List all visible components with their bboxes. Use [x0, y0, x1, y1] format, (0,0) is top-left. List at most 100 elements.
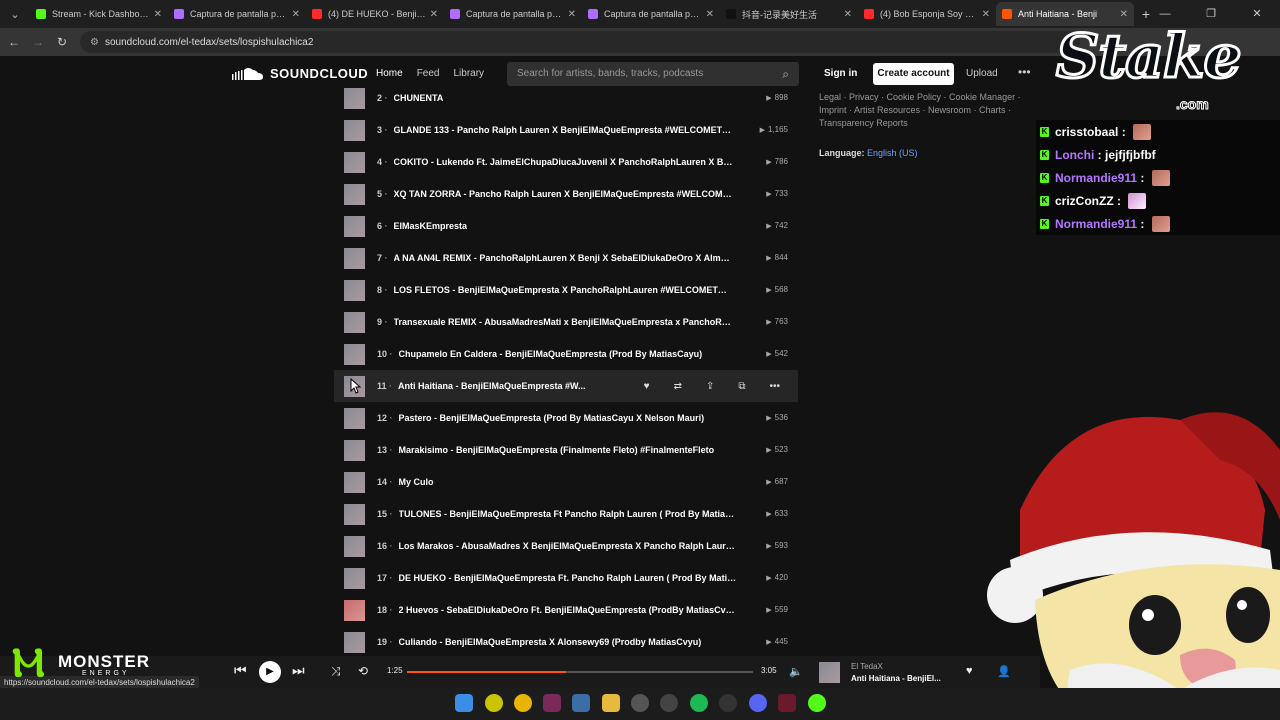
track-artwork[interactable] — [344, 311, 365, 333]
like-icon[interactable]: ♥ — [644, 381, 650, 392]
follow-icon[interactable]: 👤 — [997, 665, 1011, 678]
tab-close-icon[interactable]: ✕ — [844, 9, 852, 20]
track-artwork[interactable] — [344, 247, 365, 269]
track-row[interactable]: 4 COKITO - Lukendo Ft. JaimeElChupaDiucaJ… — [334, 146, 798, 178]
track-row[interactable]: 13 Marakisimo - BenjiElMaQueEmpresta (Fin… — [334, 434, 798, 466]
track-artwork[interactable] — [344, 343, 365, 365]
track-row[interactable]: 19 Culiando - BenjiElMaQueEmpresta X Alon… — [334, 626, 798, 658]
track-title[interactable]: Marakisimo - BenjiElMaQueEmpresta (Final… — [399, 445, 715, 455]
chat-username[interactable]: Lonchi — [1055, 148, 1094, 162]
tab-close-icon[interactable]: ✕ — [154, 9, 162, 20]
nav-home[interactable]: Home — [376, 68, 403, 79]
back-icon[interactable]: ← — [2, 35, 26, 49]
track-row[interactable]: 7 A NA AN4L REMIX - PanchoRalphLauren X B… — [334, 242, 798, 274]
track-row[interactable]: 8 LOS FLETOS - BenjiElMaQueEmpresta X Pan… — [334, 274, 798, 306]
chat-username[interactable]: Normandie911 — [1055, 217, 1137, 231]
track-artwork[interactable] — [344, 535, 365, 557]
site-info-icon[interactable]: ⚙ — [90, 37, 99, 48]
app-icon-1[interactable] — [485, 694, 503, 712]
tab-close-icon[interactable]: ✕ — [1120, 9, 1128, 20]
copy-link-icon[interactable]: ⧉ — [738, 381, 745, 392]
track-row[interactable]: 14 My Culo ▶687 — [334, 466, 798, 498]
app-icon-3[interactable] — [543, 694, 561, 712]
browser-tab[interactable]: (4) DE HUEKO - BenjiElMa ✕ — [306, 2, 444, 26]
language-selector[interactable]: Language: English (US) — [819, 148, 918, 158]
track-title[interactable]: Pastero - BenjiElMaQueEmpresta (Prod By … — [399, 413, 705, 423]
soundcloud-logo[interactable]: SOUNDCLOUD — [232, 66, 368, 81]
track-row[interactable]: 9 Transexuale REMIX - AbusaMadresMati x B… — [334, 306, 798, 338]
browser-tab[interactable]: 抖音-记录美好生活 ✕ — [720, 2, 858, 26]
tab-close-icon[interactable]: ✕ — [568, 9, 576, 20]
track-row[interactable]: 2 CHUNENTA ▶898 — [334, 82, 798, 114]
forward-icon[interactable]: → — [26, 35, 50, 49]
browser-tab[interactable]: Captura de pantalla por L ✕ — [582, 2, 720, 26]
tab-close-icon[interactable]: ✕ — [706, 9, 714, 20]
chat-username[interactable]: crizConZZ — [1055, 194, 1114, 208]
app-icon-4[interactable] — [572, 694, 590, 712]
footer-links-line-2[interactable]: Imprint · Artist Resources · Newsroom · … — [819, 104, 1029, 117]
track-title[interactable]: 2 Huevos - SebaElDiukaDeOro Ft. BenjiElM… — [399, 605, 739, 615]
tab-close-icon[interactable]: ✕ — [982, 9, 990, 20]
play-button[interactable]: ▶ — [259, 661, 281, 683]
like-icon[interactable]: ♥ — [966, 665, 973, 677]
previous-track-icon[interactable]: ⏮ — [234, 662, 247, 679]
app-icon-6[interactable] — [631, 694, 649, 712]
track-row[interactable]: 18 2 Huevos - SebaElDiukaDeOro Ft. BenjiE… — [334, 594, 798, 626]
track-artwork[interactable] — [344, 119, 365, 141]
shuffle-icon[interactable]: ⤨ — [331, 664, 341, 679]
browser-tab[interactable]: Captura de pantalla por L ✕ — [444, 2, 582, 26]
track-row[interactable]: 12 Pastero - BenjiElMaQueEmpresta (Prod B… — [334, 402, 798, 434]
track-title[interactable]: GLANDE 133 - Pancho Ralph Lauren X Benji… — [394, 125, 734, 135]
upload-link[interactable]: Upload — [966, 68, 998, 79]
language-value[interactable]: English (US) — [867, 148, 918, 158]
track-title[interactable]: Chupamelo En Caldera - BenjiElMaQueEmpre… — [399, 349, 703, 359]
nav-feed[interactable]: Feed — [417, 68, 440, 79]
track-artwork[interactable] — [344, 279, 365, 301]
repost-icon[interactable]: ⇄ — [674, 381, 682, 392]
track-artwork[interactable] — [344, 503, 365, 525]
track-title[interactable]: Transexuale REMIX - AbusaMadresMati x Be… — [394, 317, 734, 327]
track-artwork[interactable] — [344, 407, 365, 429]
more-options-icon[interactable]: ••• — [1018, 65, 1031, 79]
tab-close-icon[interactable]: ✕ — [430, 9, 438, 20]
more-icon[interactable]: ••• — [769, 381, 780, 392]
discord-icon[interactable] — [749, 694, 767, 712]
footer-links-line-3[interactable]: Transparency Reports — [819, 117, 1029, 130]
browser-tab[interactable]: Captura de pantalla por L ✕ — [168, 2, 306, 26]
chat-username[interactable]: crisstobaal — [1055, 125, 1118, 139]
browser-tab[interactable]: Stream - Kick Dashboard ✕ — [30, 2, 168, 26]
track-title[interactable]: LOS FLETOS - BenjiElMaQueEmpresta X Panc… — [394, 285, 734, 295]
track-row[interactable]: 16 Los Marakos - AbusaMadres X BenjiElMaQ… — [334, 530, 798, 562]
volume-icon[interactable]: 🔈 — [789, 665, 803, 678]
track-row[interactable]: 17 DE HUEKO - BenjiElMaQueEmpresta Ft. Pa… — [334, 562, 798, 594]
track-row[interactable]: 15 TULONES - BenjiElMaQueEmpresta Ft Panc… — [334, 498, 798, 530]
now-playing-artist[interactable]: El TedaX — [851, 662, 883, 671]
track-row[interactable]: 6 ElMasKEmpresta ▶742 — [334, 210, 798, 242]
app-icon-11[interactable] — [778, 694, 796, 712]
track-artwork[interactable] — [344, 471, 365, 493]
track-artwork[interactable] — [344, 567, 365, 589]
track-title[interactable]: My Culo — [399, 477, 434, 487]
progress-bar[interactable] — [407, 671, 753, 673]
footer-links-line-1[interactable]: Legal · Privacy · Cookie Policy · Cookie… — [819, 91, 1029, 104]
url-input[interactable]: ⚙ soundcloud.com/el-tedax/sets/lospishul… — [80, 31, 1080, 53]
steam-icon[interactable] — [719, 694, 737, 712]
chrome-icon[interactable] — [514, 694, 532, 712]
track-title[interactable]: TULONES - BenjiElMaQueEmpresta Ft Pancho… — [399, 509, 739, 519]
track-title[interactable]: ElMasKEmpresta — [394, 221, 468, 231]
track-artwork[interactable] — [344, 631, 365, 653]
sign-in-button[interactable]: Sign in — [824, 68, 857, 79]
windows-start-icon[interactable] — [455, 694, 473, 712]
track-artwork[interactable] — [344, 439, 365, 461]
track-title[interactable]: DE HUEKO - BenjiElMaQueEmpresta Ft. Panc… — [399, 573, 739, 583]
track-title[interactable]: CHUNENTA — [394, 93, 444, 103]
now-playing-title[interactable]: Anti Haitiana - BenjiEl... — [851, 674, 941, 683]
next-track-icon[interactable]: ⏭ — [292, 662, 305, 679]
browser-tab[interactable]: (4) Bob Esponja Soy Un C ✕ — [858, 2, 996, 26]
track-title[interactable]: COKITO - Lukendo Ft. JaimeElChupaDiucaJu… — [394, 157, 734, 167]
share-icon[interactable]: ⇪ — [706, 381, 714, 392]
now-playing-artwork[interactable] — [819, 662, 840, 683]
track-row[interactable]: 10 Chupamelo En Caldera - BenjiElMaQueEmp… — [334, 338, 798, 370]
spotify-icon[interactable] — [690, 694, 708, 712]
track-title[interactable]: Anti Haitiana - BenjiElMaQueEmpresta #W.… — [398, 381, 586, 391]
